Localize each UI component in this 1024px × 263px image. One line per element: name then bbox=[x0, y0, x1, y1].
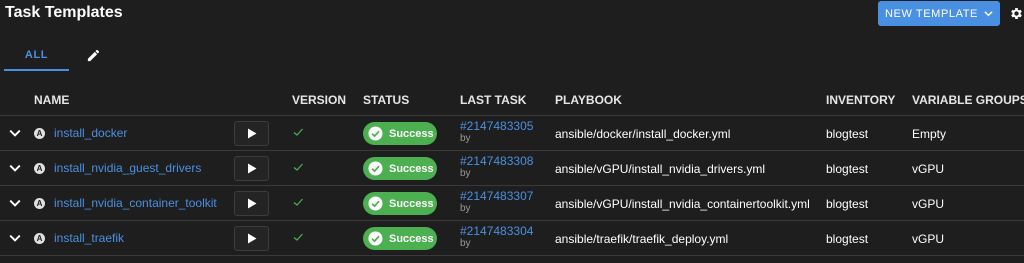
inventory-name: blogtest bbox=[826, 162, 869, 176]
last-task-by: by bbox=[460, 168, 471, 179]
check-circle-icon bbox=[368, 126, 383, 141]
last-task: #2147483307 by bbox=[460, 190, 533, 215]
app-badge-letter: A bbox=[36, 199, 43, 208]
inventory-name: blogtest bbox=[826, 232, 869, 246]
chevron-down-icon bbox=[984, 11, 993, 17]
app-badge-icon: A bbox=[34, 198, 45, 209]
gear-icon bbox=[1011, 7, 1022, 19]
check-icon bbox=[293, 198, 303, 206]
play-icon bbox=[247, 163, 256, 174]
status-label: Success bbox=[389, 232, 434, 245]
status-badge: Success bbox=[363, 192, 437, 215]
column-header-playbook[interactable]: PLAYBOOK bbox=[555, 93, 622, 107]
play-icon bbox=[247, 198, 256, 209]
pencil-icon bbox=[87, 49, 99, 61]
header: Task Templates NEW TEMPLATE bbox=[0, 0, 1024, 30]
last-task-link[interactable]: #2147483304 bbox=[460, 225, 533, 237]
app-badge-letter: A bbox=[36, 129, 43, 138]
template-name-link[interactable]: install_traefik bbox=[54, 231, 124, 245]
status-label: Success bbox=[389, 127, 434, 140]
playbook-path: ansible/docker/install_docker.yml bbox=[555, 127, 731, 141]
column-header-last-task[interactable]: LAST TASK bbox=[460, 93, 526, 107]
table-row: A install_traefik Success #2147483304 by… bbox=[0, 221, 1024, 256]
template-name-link[interactable]: install_docker bbox=[54, 126, 127, 140]
check-icon bbox=[293, 128, 303, 136]
new-template-label: NEW TEMPLATE bbox=[885, 7, 978, 20]
last-task-link[interactable]: #2147483305 bbox=[460, 120, 533, 132]
run-button[interactable] bbox=[234, 156, 269, 181]
status-badge: Success bbox=[363, 157, 437, 180]
app-badge-icon: A bbox=[34, 233, 45, 244]
variable-groups: Empty bbox=[912, 127, 947, 141]
app-badge-letter: A bbox=[36, 234, 43, 243]
column-header-inventory[interactable]: INVENTORY bbox=[826, 93, 895, 107]
variable-groups: vGPU bbox=[912, 162, 945, 176]
column-header-status[interactable]: STATUS bbox=[363, 93, 409, 107]
tab-all[interactable]: ALL bbox=[4, 38, 69, 71]
playbook-path: ansible/traefik/traefik_deploy.yml bbox=[555, 232, 729, 246]
tab-edit[interactable] bbox=[80, 42, 106, 68]
play-icon bbox=[247, 233, 256, 244]
status-label: Success bbox=[389, 162, 434, 175]
tab-bar: ALL bbox=[0, 38, 1024, 72]
status-badge: Success bbox=[363, 122, 437, 145]
app-badge-letter: A bbox=[36, 164, 43, 173]
variable-groups: vGPU bbox=[912, 232, 945, 246]
playbook-path: ansible/vGPU/install_nvidia_drivers.yml bbox=[555, 162, 766, 176]
templates-table: NAME VERSION STATUS LAST TASK PLAYBOOK I… bbox=[0, 84, 1024, 256]
status-label: Success bbox=[389, 197, 434, 210]
app-badge-icon: A bbox=[34, 128, 45, 139]
app-badge-icon: A bbox=[34, 163, 45, 174]
check-circle-icon bbox=[368, 231, 383, 246]
chevron-down-icon[interactable] bbox=[9, 197, 21, 209]
page-title: Task Templates bbox=[5, 4, 123, 21]
play-icon bbox=[247, 128, 256, 139]
check-circle-icon bbox=[368, 161, 383, 176]
table-header: NAME VERSION STATUS LAST TASK PLAYBOOK I… bbox=[0, 84, 1024, 116]
playbook-path: ansible/vGPU/install_nvidia_containertoo… bbox=[555, 197, 810, 211]
check-circle-icon bbox=[368, 196, 383, 211]
last-task-by: by bbox=[460, 238, 471, 249]
template-name-link[interactable]: install_nvidia_guest_drivers bbox=[54, 161, 201, 175]
table-row: A install_docker Success #2147483305 by … bbox=[0, 116, 1024, 151]
inventory-name: blogtest bbox=[826, 127, 869, 141]
new-template-button[interactable]: NEW TEMPLATE bbox=[878, 1, 1000, 26]
run-button[interactable] bbox=[234, 191, 269, 216]
last-task: #2147483305 by bbox=[460, 120, 533, 145]
column-header-variable-groups[interactable]: VARIABLE GROUPS bbox=[912, 93, 1024, 107]
inventory-name: blogtest bbox=[826, 197, 869, 211]
last-task-by: by bbox=[460, 133, 471, 144]
variable-groups: vGPU bbox=[912, 197, 945, 211]
table-row: A install_nvidia_guest_drivers Success #… bbox=[0, 151, 1024, 186]
last-task: #2147483304 by bbox=[460, 225, 533, 250]
last-task: #2147483308 by bbox=[460, 155, 533, 180]
last-task-link[interactable]: #2147483308 bbox=[460, 155, 533, 167]
chevron-down-icon[interactable] bbox=[9, 127, 21, 139]
template-name-link[interactable]: install_nvidia_container_toolkit bbox=[54, 196, 217, 210]
column-header-version[interactable]: VERSION bbox=[292, 93, 346, 107]
column-header-name[interactable]: NAME bbox=[34, 93, 69, 107]
status-badge: Success bbox=[363, 227, 437, 250]
settings-button[interactable] bbox=[1009, 4, 1024, 22]
table-row: A install_nvidia_container_toolkit Succe… bbox=[0, 186, 1024, 221]
last-task-link[interactable]: #2147483307 bbox=[460, 190, 533, 202]
chevron-down-icon[interactable] bbox=[9, 162, 21, 174]
run-button[interactable] bbox=[234, 121, 269, 146]
chevron-down-icon[interactable] bbox=[9, 232, 21, 244]
check-icon bbox=[293, 233, 303, 241]
run-button[interactable] bbox=[234, 226, 269, 251]
last-task-by: by bbox=[460, 203, 471, 214]
check-icon bbox=[293, 163, 303, 171]
